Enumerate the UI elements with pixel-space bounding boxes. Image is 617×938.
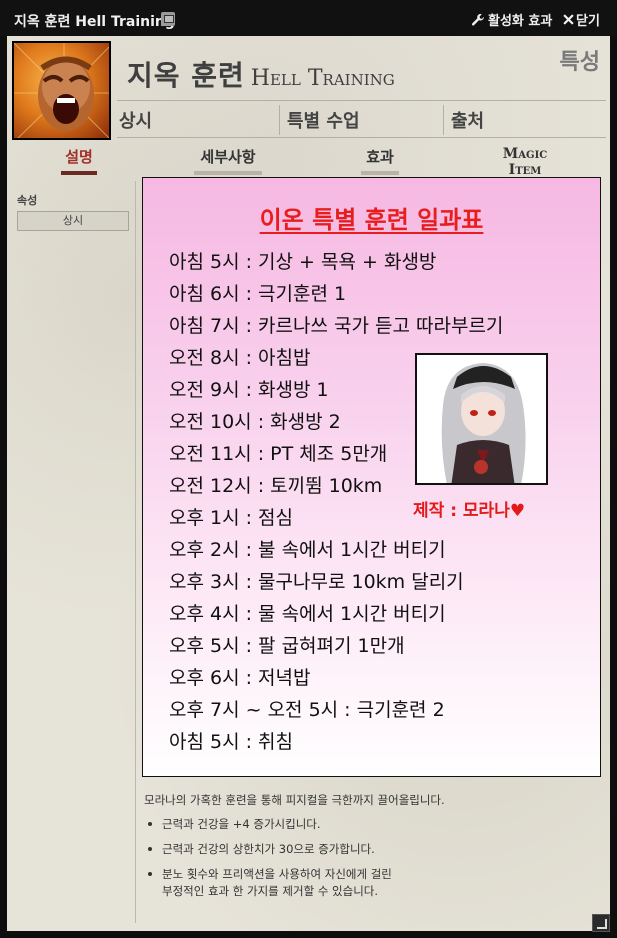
close-icon (563, 14, 574, 25)
effect-item: 근력과 건강을 +4 증가시킵니다. (144, 816, 594, 833)
skill-name-english: Hell Training (250, 66, 395, 91)
tab-details[interactable]: 세부사항 (194, 146, 262, 175)
schedule-line: 아침 5시 : 취침 (169, 731, 294, 753)
title-bar[interactable]: 지옥 훈련 Hell Training 활성화 효과 닫기 (0, 0, 617, 36)
meta-class: 특별 수업 (287, 111, 360, 132)
skill-panel: 지옥 훈련 Hell Training 특성 상시 특별 수업 출처 설명 세부… (7, 36, 610, 931)
resize-handle[interactable] (592, 914, 610, 932)
tab-effects[interactable]: 효과 (361, 146, 399, 175)
skill-name-korean: 지옥 훈련 (127, 59, 245, 92)
effect-item: 분노 횟수와 프리액션을 사용하여 자신에게 걸린 부정적인 효과 한 가지를 … (144, 866, 594, 900)
attribute-label: 속성 (17, 194, 38, 207)
schedule-line: 아침 7시 : 카르나쓰 국가 듣고 따라부르기 (169, 315, 504, 337)
credit-text: 제작 : 모라나♥ (413, 501, 526, 521)
schedule-line: 오후 5시 : 팔 굽혀펴기 1만개 (169, 635, 405, 657)
window-title: 지옥 훈련 Hell Training (14, 14, 175, 30)
sidebar-divider (135, 181, 136, 923)
close-button[interactable]: 닫기 (563, 10, 600, 29)
tab-bar: 설명 세부사항 효과 Magic Item (7, 144, 610, 186)
sidebar: 속성 상시 (7, 176, 137, 921)
schedule-line: 오후 2시 : 불 속에서 1시간 버티기 (169, 539, 446, 561)
skill-description: 모라나의 가혹한 훈련을 통해 피지컬을 극한까지 끌어올립니다. (144, 793, 445, 807)
effect-item: 근력과 건강의 상한치가 30으로 증가합니다. (144, 841, 594, 858)
skill-portrait (12, 41, 111, 140)
meta-divider (443, 105, 444, 135)
character-illustration (415, 353, 548, 485)
active-effect-label: 활성화 효과 (488, 14, 553, 29)
meta-source: 출처 (451, 111, 485, 132)
schedule-line: 아침 5시 : 기상 + 목욕 + 화생방 (169, 251, 437, 273)
schedule-line: 오후 6시 : 저녁밥 (169, 667, 311, 689)
skill-category: 특성 (559, 50, 600, 75)
schedule-line: 오후 3시 : 물구나무로 10km 달리기 (169, 571, 464, 593)
tab-description[interactable]: 설명 (61, 146, 97, 175)
active-effect-button[interactable]: 활성화 효과 (471, 10, 552, 29)
training-schedule-card: 이온 특별 훈련 일과표 아침 5시 : 기상 + 목욕 + 화생방 아침 6시… (142, 177, 601, 777)
skill-title: 지옥 훈련 Hell Training (127, 54, 395, 94)
edit-icon[interactable] (161, 12, 175, 26)
wrench-icon (471, 13, 484, 26)
close-label: 닫기 (576, 14, 600, 29)
schedule-line: 오후 7시 ~ 오전 5시 : 극기훈련 2 (169, 699, 445, 721)
dialog-window: 지옥 훈련 Hell Training 활성화 효과 닫기 지옥 훈련 Hell… (0, 0, 617, 938)
skill-meta-row: 상시 특별 수업 출처 (117, 100, 606, 138)
screaming-face-icon (14, 43, 109, 138)
attribute-value-button[interactable]: 상시 (17, 211, 129, 231)
schedule-line: 오후 4시 : 물 속에서 1시간 버티기 (169, 603, 446, 625)
schedule-title: 이온 특별 훈련 일과표 (259, 206, 484, 234)
schedule-line: 아침 6시 : 극기훈련 1 (169, 283, 347, 305)
meta-activation: 상시 (119, 111, 153, 132)
effect-list: 근력과 건강을 +4 증가시킵니다. 근력과 건강의 상한치가 30으로 증가합… (144, 816, 594, 908)
meta-divider (279, 105, 280, 135)
